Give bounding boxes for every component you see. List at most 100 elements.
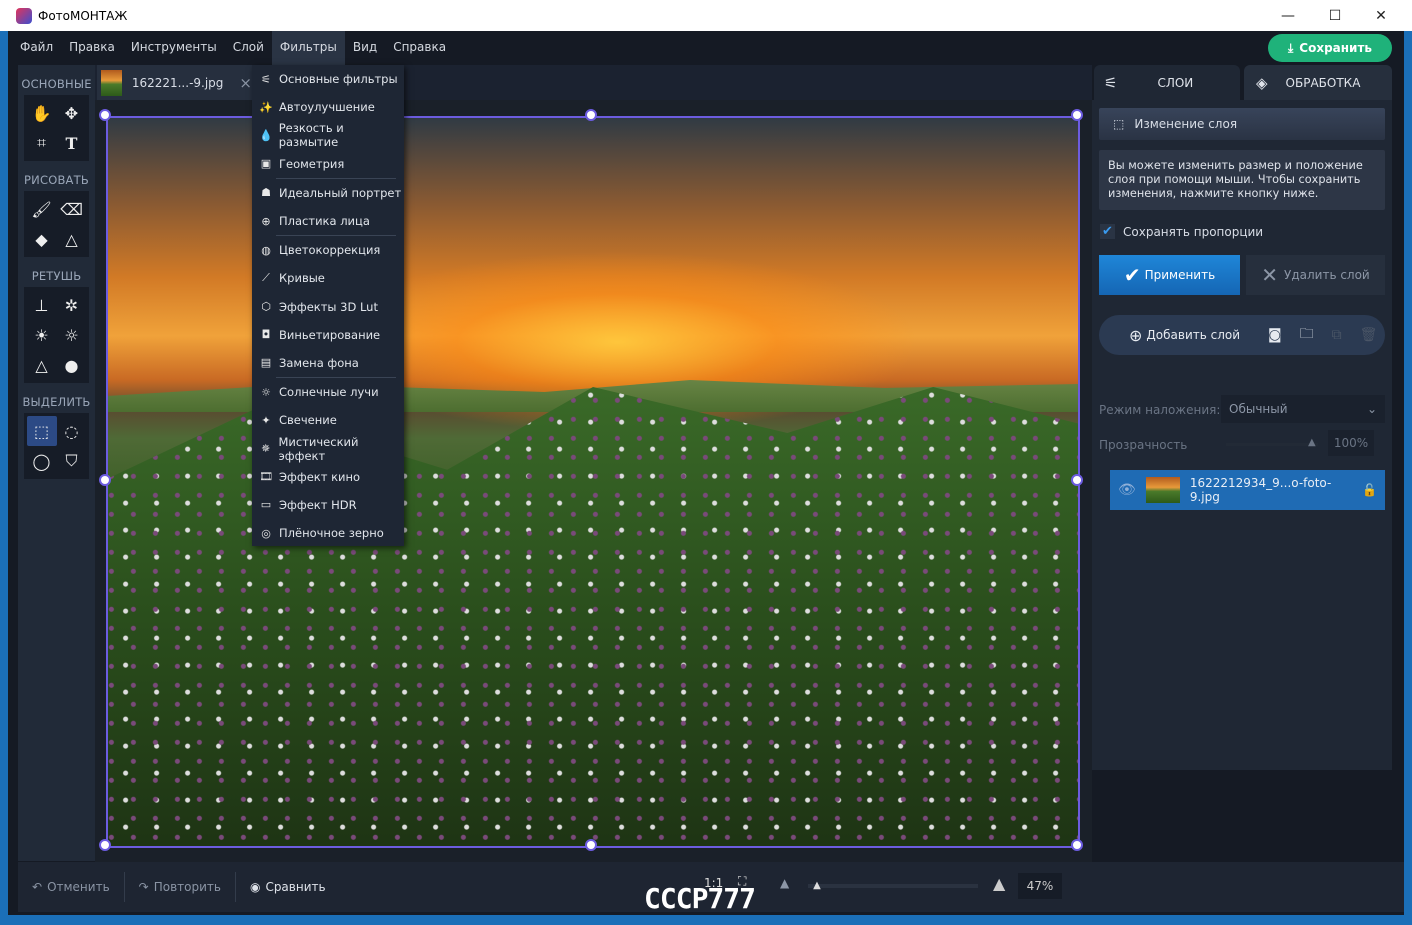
patch-tool-icon[interactable]: ✲: [57, 290, 87, 320]
apply-button[interactable]: ✔ Применить: [1099, 255, 1240, 295]
filter-item[interactable]: ▤ Замена фона: [252, 349, 404, 377]
maximize-button[interactable]: ☐: [1312, 0, 1358, 31]
image-icon: ▣: [260, 157, 272, 171]
tab-layers[interactable]: ⚟ СЛОИ: [1094, 65, 1240, 100]
add-circle-icon[interactable]: ⊕: [1129, 326, 1142, 345]
tab-processing[interactable]: ◈ ОБРАБОТКА: [1244, 65, 1392, 100]
blur-tool-icon[interactable]: ●: [57, 350, 87, 380]
rect-select-icon[interactable]: ⬚: [26, 416, 57, 446]
zoom-out-icon[interactable]: ▲: [780, 876, 789, 890]
filter-item-label: Идеальный портрет: [279, 185, 402, 200]
filter-item[interactable]: ⬡ Эффекты 3D Lut: [252, 293, 404, 321]
filter-item[interactable]: ▣ Геометрия: [252, 150, 404, 178]
menu-help[interactable]: Справка: [385, 31, 454, 65]
filter-item[interactable]: ✵ Мистический эффект: [252, 434, 404, 463]
sharpen-tool-icon[interactable]: △: [27, 350, 57, 380]
stamp-tool-icon[interactable]: ⊥: [27, 290, 57, 320]
minimize-button[interactable]: —: [1265, 0, 1311, 31]
filter-item[interactable]: ☼ Солнечные лучи: [252, 378, 404, 406]
folder-icon[interactable]: 🗀: [1300, 323, 1314, 347]
filter-item[interactable]: ◍ Цветокоррекция: [252, 236, 404, 264]
document-tabs: 162221...-9.jpg ×: [95, 65, 1092, 100]
hand-tool-icon[interactable]: ✋: [27, 98, 57, 128]
close-button[interactable]: ✕: [1358, 0, 1404, 31]
sliders-icon: ⚟: [261, 72, 271, 86]
resize-handle[interactable]: [99, 839, 111, 851]
filter-item[interactable]: ⚟ Основные фильтры: [252, 65, 404, 93]
opacity-value[interactable]: 100%: [1328, 430, 1374, 456]
resize-handle[interactable]: [1071, 109, 1083, 121]
filter-item[interactable]: ▭ Эффект HDR: [252, 491, 404, 519]
resize-handle[interactable]: [585, 109, 597, 121]
tool-panel: ОСНОВНЫЕ ✋ ✥ ⌗ T РИСОВАТЬ 🖌 ⌫ ◆ △ РЕТУШЬ…: [18, 65, 95, 861]
eye-icon[interactable]: 👁: [1118, 482, 1136, 498]
undo-button[interactable]: ↶ Отменить: [18, 880, 124, 894]
resize-handle[interactable]: [585, 839, 597, 851]
lasso-select-icon[interactable]: ◯: [27, 446, 57, 476]
brush-tool-icon[interactable]: 🖌: [27, 194, 57, 224]
resize-handle[interactable]: [99, 474, 111, 486]
lock-icon[interactable]: 🔓: [1362, 483, 1377, 497]
darken-tool-icon[interactable]: ☼: [57, 320, 87, 350]
filter-item[interactable]: ✦ Свечение: [252, 406, 404, 434]
resize-handle[interactable]: [1071, 839, 1083, 851]
filter-item-label: Основные фильтры: [279, 72, 398, 87]
keep-proportions-checkbox[interactable]: ✔ Сохранять пропорции: [1100, 224, 1263, 239]
save-button[interactable]: ⤓ Сохранить: [1268, 34, 1392, 62]
filter-item[interactable]: ☗ Идеальный портрет: [252, 179, 404, 207]
text-tool-icon[interactable]: T: [57, 128, 87, 158]
lighten-tool-icon[interactable]: ☀: [27, 320, 57, 350]
zoom-value[interactable]: 47%: [1018, 873, 1062, 899]
apply-label: Применить: [1144, 268, 1216, 282]
sliders-icon: ⚟: [1104, 73, 1118, 92]
filter-item[interactable]: ◘ Виньетирование: [252, 321, 404, 349]
zoom-slider-handle[interactable]: ▲: [813, 880, 821, 891]
filter-item[interactable]: ◎ Плёночное зерно: [252, 519, 404, 547]
duplicate-icon[interactable]: ⧉: [1332, 327, 1342, 343]
filters-dropdown: ⚟ Основные фильтры ✨ Автоулучшение 💧 Резкость…: [252, 65, 404, 546]
opacity-slider[interactable]: [1226, 443, 1318, 446]
compare-button[interactable]: ◉ Сравнить: [236, 880, 340, 894]
blend-mode-select[interactable]: Обычный ⌄: [1221, 395, 1385, 423]
fill-tool-icon[interactable]: ◆: [27, 224, 57, 254]
shapes-tool-icon[interactable]: △: [57, 224, 87, 254]
window-title: ФотоМОНТАЖ: [38, 8, 128, 23]
filter-item[interactable]: ✨ Автоулучшение: [252, 93, 404, 121]
menu-tools[interactable]: Инструменты: [123, 31, 225, 65]
zoom-slider[interactable]: [808, 884, 978, 888]
resize-handle[interactable]: [1071, 474, 1083, 486]
filter-item-label: Эффект HDR: [279, 497, 357, 512]
filter-item[interactable]: 💧 Резкость и размытие: [252, 121, 404, 149]
canvas-area[interactable]: [95, 100, 1092, 862]
sparkle-icon: ✦: [261, 413, 271, 427]
add-layer-button[interactable]: Добавить слой: [1146, 328, 1240, 342]
close-tab-icon[interactable]: ×: [239, 74, 252, 92]
delete-layer-button[interactable]: ✕ Удалить слой: [1246, 255, 1385, 295]
crop-tool-icon[interactable]: ⌗: [27, 128, 57, 158]
mask-icon[interactable]: ◙: [1268, 327, 1282, 343]
eraser-tool-icon[interactable]: ⌫: [57, 194, 87, 224]
menu-filters[interactable]: Фильтры: [271, 31, 345, 65]
move-tool-icon[interactable]: ✥: [57, 98, 87, 128]
tab-layers-label: СЛОИ: [1157, 75, 1194, 90]
polygon-lasso-icon[interactable]: ⛉: [57, 446, 87, 476]
file-tab[interactable]: 162221...-9.jpg ×: [97, 65, 252, 100]
resize-handle[interactable]: [99, 109, 111, 121]
zoom-in-icon[interactable]: ▲: [993, 874, 1005, 893]
menu-file[interactable]: Файл: [12, 31, 61, 65]
layer-item[interactable]: 👁 1622212934_9...o-foto-9.jpg 🔓: [1110, 470, 1385, 510]
slider-handle[interactable]: ▲: [1308, 437, 1316, 448]
menu-view[interactable]: Вид: [345, 31, 385, 65]
blend-mode-value: Обычный: [1229, 402, 1288, 416]
filter-item[interactable]: ⟋ Кривые: [252, 264, 404, 292]
filter-item-label: Свечение: [279, 413, 337, 428]
opacity-label: Прозрачность: [1099, 438, 1188, 452]
filter-item[interactable]: 🎞 Эффект кино: [252, 463, 404, 491]
menu-layer[interactable]: Слой: [225, 31, 272, 65]
redo-button[interactable]: ↷ Повторить: [125, 880, 235, 894]
trash-icon[interactable]: 🗑: [1360, 327, 1378, 343]
background-icon: ▤: [260, 356, 272, 370]
menu-edit[interactable]: Правка: [61, 31, 123, 65]
filter-item[interactable]: ⊕ Пластика лица: [252, 207, 404, 235]
ellipse-select-icon[interactable]: ◌: [57, 416, 87, 446]
